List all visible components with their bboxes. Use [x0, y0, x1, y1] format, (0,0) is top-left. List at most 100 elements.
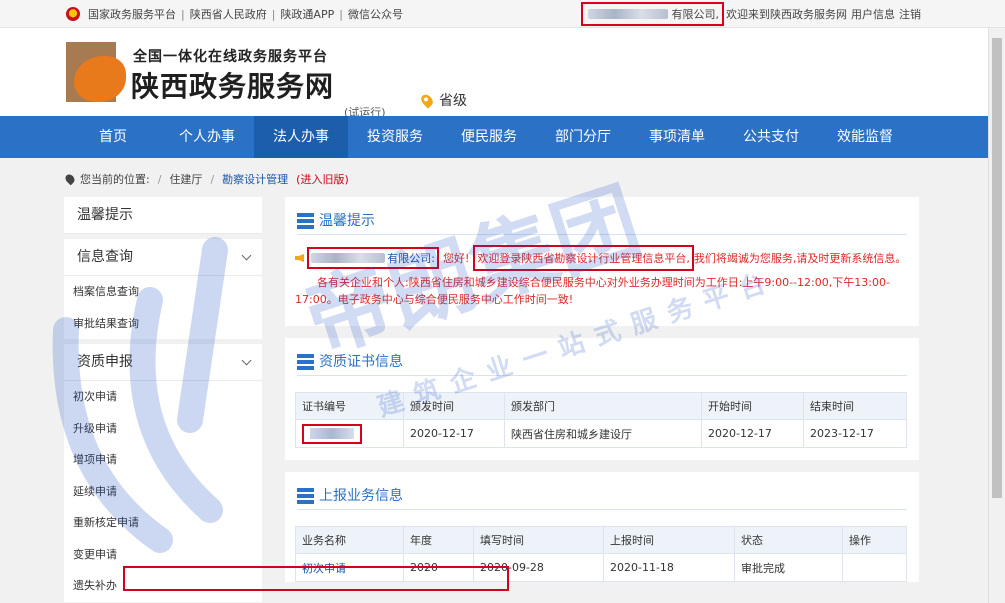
breadcrumb-level1[interactable]: 住建厅 [169, 171, 202, 187]
sidebar-item-reassess[interactable]: 重新核定申请 [64, 507, 262, 539]
column-header: 操作 [842, 526, 907, 554]
column-header: 结束时间 [803, 392, 907, 420]
redacted-company-name [587, 9, 668, 19]
platform-subtitle: 全国一体化在线政务服务平台 [133, 49, 328, 65]
notice-panel: 温馨提示 有限公司: 您好! 欢迎登录陕西省勘察设计行业管理信息平台, 我们将竭… [285, 197, 919, 326]
nav-item-convenience[interactable]: 便民服务 [442, 116, 536, 158]
sidebar-item-approval-query[interactable]: 审批结果查询 [64, 308, 262, 340]
sidebar: 温馨提示 信息查询 档案信息查询 审批结果查询 资质申报 初次申请 升级申请 增… [64, 197, 262, 603]
column-header: 开始时间 [701, 392, 804, 420]
column-header: 年度 [403, 526, 474, 554]
user-area: 有限公司, 欢迎来到陕西政务服务网 用户信息 注销 [581, 0, 921, 28]
sidebar-apply-title[interactable]: 资质申报 [64, 344, 262, 381]
sidebar-item-initial[interactable]: 初次申请 [64, 381, 262, 413]
page-scrollbar[interactable] [988, 28, 1005, 603]
column-header: 填写时间 [473, 526, 604, 554]
top-link-wechat[interactable]: 微信公众号 [348, 6, 403, 22]
nav-item-payment[interactable]: 公共支付 [724, 116, 818, 158]
column-header: 颁发部门 [504, 392, 702, 420]
main-nav: 首页 个人办事 法人办事 投资服务 便民服务 部门分厅 事项清单 公共支付 效能… [0, 116, 1005, 158]
cert-number-cell[interactable] [295, 419, 404, 448]
user-info-link[interactable]: 用户信息 [851, 6, 895, 22]
old-version-link[interactable]: (进入旧版) [296, 171, 349, 187]
sidebar-item-archive-query[interactable]: 档案信息查询 [64, 276, 262, 308]
nav-item-item-list[interactable]: 事项清单 [630, 116, 724, 158]
panel-title: 上报业务信息 [297, 472, 907, 510]
site-title[interactable]: 陕西政务服务网 [131, 65, 334, 105]
divider: / [210, 172, 215, 186]
divider: | [339, 7, 343, 21]
breadcrumb: 您当前的位置: / 住建厅 / 勘察设计管理 (进入旧版) [0, 158, 1005, 196]
nav-item-departments[interactable]: 部门分厅 [536, 116, 630, 158]
table-row: 2020-12-17 陕西省住房和城乡建设厅 2020-12-17 2023-1… [295, 419, 907, 448]
cert-panel: 资质证书信息 证书编号 颁发时间 颁发部门 开始时间 结束时间 2020-12-… [285, 338, 919, 460]
top-links: 国家政务服务平台 | 陕西省人民政府 | 陕政通APP | 微信公众号 [66, 0, 403, 28]
end-date-cell: 2023-12-17 [803, 419, 907, 448]
business-row-highlight [123, 566, 509, 591]
sidebar-item-upgrade[interactable]: 升级申请 [64, 413, 262, 445]
sidebar-query-title[interactable]: 信息查询 [64, 239, 262, 276]
region-selector[interactable]: 省级 [418, 90, 467, 110]
nav-item-supervision[interactable]: 效能监督 [818, 116, 912, 158]
company-suffix: 有限公司, [671, 8, 720, 21]
top-link-provincial-gov[interactable]: 陕西省人民政府 [190, 6, 267, 22]
sidebar-query-label: 信息查询 [77, 249, 133, 265]
biz-panel-title: 上报业务信息 [319, 488, 403, 504]
sidebar-item-renew[interactable]: 延续申请 [64, 476, 262, 508]
breadcrumb-level2[interactable]: 勘察设计管理 [222, 171, 288, 187]
report-date-cell: 2020-11-18 [603, 553, 735, 582]
company-name-highlight: 有限公司: [307, 247, 439, 269]
site-logo-icon[interactable] [66, 42, 126, 102]
column-header: 证书编号 [295, 392, 404, 420]
breadcrumb-prefix: 您当前的位置: [80, 173, 150, 186]
notice-line3: 17:00。电子政务中心与综合便民服务中心工作时间一致! [295, 293, 574, 306]
main-content: 温馨提示 有限公司: 您好! 欢迎登录陕西省勘察设计行业管理信息平台, 我们将竭… [285, 197, 919, 594]
nav-item-investment[interactable]: 投资服务 [348, 116, 442, 158]
list-icon [297, 213, 314, 230]
top-link-national-platform[interactable]: 国家政务服务平台 [88, 6, 176, 22]
chevron-down-icon[interactable] [241, 250, 252, 261]
top-link-app[interactable]: 陕政通APP [280, 6, 334, 22]
sidebar-notice-card: 温馨提示 [64, 197, 262, 234]
scroll-thumb[interactable] [992, 38, 1002, 498]
action-cell[interactable] [842, 553, 907, 582]
sidebar-item-add[interactable]: 增项申请 [64, 444, 262, 476]
list-icon [297, 354, 314, 371]
notice-tail: 我们将竭诚为您服务,请及时更新系统信息。 [693, 251, 907, 265]
chevron-down-icon[interactable] [241, 355, 252, 366]
column-header: 业务名称 [295, 526, 404, 554]
sidebar-notice-title[interactable]: 温馨提示 [64, 197, 262, 234]
nav-item-personal[interactable]: 个人办事 [160, 116, 254, 158]
region-label: 省级 [439, 93, 467, 109]
notice-body: 有限公司: 您好! 欢迎登录陕西省勘察设计行业管理信息平台, 我们将竭诚为您服务… [295, 235, 909, 326]
divider: / [157, 172, 162, 186]
list-icon [297, 488, 314, 505]
speaker-icon [295, 254, 304, 262]
notice-panel-title: 温馨提示 [319, 213, 375, 229]
nav-item-legal-entity[interactable]: 法人办事 [254, 116, 348, 158]
notice-greeting: 您好! [443, 251, 470, 265]
notice-welcome: 欢迎登录陕西省勘察设计行业管理信息平台, [477, 251, 690, 265]
divider: | [181, 7, 185, 21]
top-utility-bar: 国家政务服务平台 | 陕西省人民政府 | 陕政通APP | 微信公众号 有限公司… [0, 0, 1005, 28]
national-emblem-icon [66, 7, 80, 21]
sidebar-apply-label: 资质申报 [77, 354, 133, 370]
issue-date-cell: 2020-12-17 [403, 419, 505, 448]
panel-title: 资质证书信息 [297, 338, 907, 376]
issue-dept-cell: 陕西省住房和城乡建设厅 [504, 419, 702, 448]
logout-link[interactable]: 注销 [899, 6, 921, 22]
divider: | [271, 7, 276, 21]
panel-title: 温馨提示 [297, 197, 907, 235]
nav-item-home[interactable]: 首页 [66, 116, 160, 158]
welcome-highlight: 欢迎登录陕西省勘察设计行业管理信息平台, [473, 245, 694, 271]
welcome-text: 欢迎来到陕西政务服务网 [726, 8, 847, 21]
column-header: 上报时间 [603, 526, 735, 554]
location-marker-icon [63, 172, 77, 186]
redacted-cert-number [310, 428, 354, 439]
start-date-cell: 2020-12-17 [701, 419, 804, 448]
company-name-highlight: 有限公司, [581, 2, 724, 26]
sidebar-apply-card: 资质申报 初次申请 升级申请 增项申请 延续申请 重新核定申请 变更申请 遗失补… [64, 344, 262, 602]
redacted-company-name [311, 253, 386, 263]
cert-number-highlight [302, 423, 362, 444]
sidebar-query-card: 信息查询 档案信息查询 审批结果查询 [64, 239, 262, 339]
